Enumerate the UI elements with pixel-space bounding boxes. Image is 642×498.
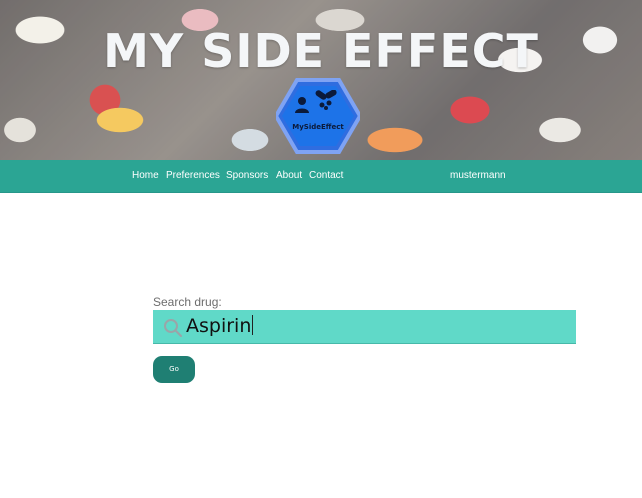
site-title: MY SIDE EFFECT [103,24,539,78]
nav-about[interactable]: About [276,170,302,181]
nav-bar: Home Preferences Sponsors About Contact … [0,160,642,193]
user-icon [295,97,309,113]
nav-sponsors[interactable]: Sponsors [226,170,268,181]
search-icon [164,319,183,338]
logo-text: MySideEffect [292,123,344,131]
nav-preferences[interactable]: Preferences [166,170,220,181]
site-logo[interactable]: MySideEffect [273,78,363,154]
pills-icon [315,90,337,110]
text-caret [252,315,254,335]
search-label: Search drug: [153,295,222,309]
search-value[interactable]: Aspirin [186,315,254,337]
username[interactable]: mustermann [450,170,506,181]
go-button[interactable]: Go [153,356,195,383]
nav-contact[interactable]: Contact [309,170,343,181]
nav-home[interactable]: Home [132,170,159,181]
search-input[interactable]: Aspirin [153,310,576,344]
